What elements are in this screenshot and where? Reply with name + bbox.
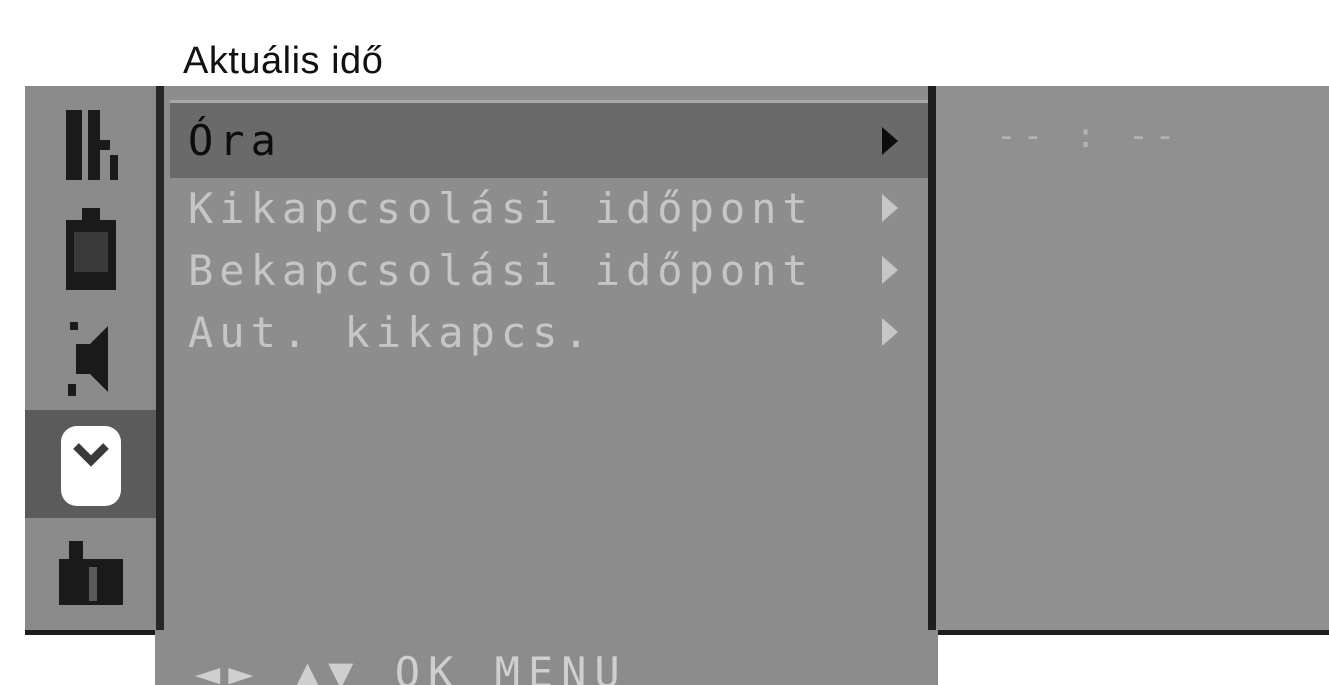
menu-item-ora[interactable]: Óra: [170, 100, 928, 178]
setup-icon[interactable]: [47, 526, 135, 616]
channel-list-icon[interactable]: [47, 98, 135, 188]
menu-item-bekapcsolasi-idopont[interactable]: Bekapcsolási időpont: [170, 238, 928, 302]
menu-divider: [928, 86, 936, 630]
menu-item-label: Óra: [188, 116, 282, 165]
menu-item-label: Kikapcsolási időpont: [188, 183, 814, 233]
arrow-right-icon: [882, 126, 898, 155]
page-title: Aktuális idő: [183, 40, 384, 82]
menu-item-label: Aut. kikapcs.: [188, 307, 595, 357]
menu-item-kikapcsolasi-idopont[interactable]: Kikapcsolási időpont: [170, 176, 928, 240]
menu-list: Óra Kikapcsolási időpont Bekapcsolási id…: [164, 86, 928, 630]
rail-divider: [156, 86, 164, 630]
time-value: -- : --: [996, 116, 1182, 156]
sound-icon[interactable]: [47, 314, 135, 404]
key-hint-text: ◄► ▲▼ OK MENU: [195, 648, 628, 685]
timer-icon[interactable]: [25, 410, 156, 518]
osd-menu-panel: Óra Kikapcsolási időpont Bekapcsolási id…: [25, 86, 1329, 635]
menu-item-aut-kikapcs[interactable]: Aut. kikapcs.: [170, 300, 928, 364]
menu-item-label: Bekapcsolási időpont: [188, 245, 814, 295]
picture-icon[interactable]: [47, 204, 135, 294]
submenu-panel: -- : --: [936, 86, 1329, 630]
key-hint-bar: ◄► ▲▼ OK MENU: [155, 630, 938, 685]
arrow-right-icon: [882, 318, 898, 346]
arrow-right-icon: [882, 194, 898, 222]
category-rail: [25, 86, 156, 630]
arrow-right-icon: [882, 256, 898, 284]
